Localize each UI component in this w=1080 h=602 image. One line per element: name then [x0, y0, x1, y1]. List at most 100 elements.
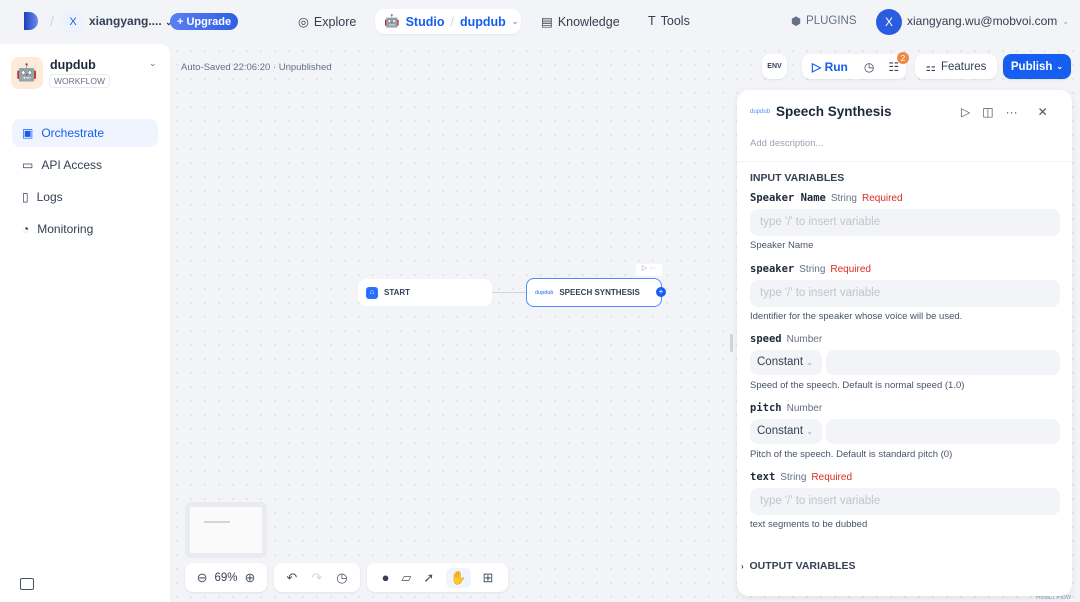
- nav-studio[interactable]: 🤖 Studio / dupdub ⌄: [375, 9, 521, 34]
- home-icon: ⌂: [366, 286, 378, 299]
- app-icon: 🤖: [11, 57, 43, 89]
- panel-actions: ▷ ◫ ··· ✕: [961, 105, 1048, 119]
- required-label: Required: [830, 264, 871, 275]
- upgrade-button[interactable]: + Upgrade: [170, 13, 239, 30]
- panel-resize-handle[interactable]: [730, 334, 733, 352]
- variable-header: speaker String Required: [750, 263, 871, 275]
- input-variables-header: INPUT VARIABLES: [750, 172, 845, 184]
- variable-type: String: [830, 193, 857, 204]
- chevron-down-icon: ⌄: [806, 427, 813, 436]
- docs-icon[interactable]: ◫: [982, 105, 993, 119]
- required-label: Required: [811, 472, 853, 483]
- version-history-icon[interactable]: ◷: [336, 570, 347, 586]
- close-icon[interactable]: ✕: [1038, 105, 1048, 119]
- node-title: START: [384, 288, 411, 297]
- variable-name: pitch: [750, 402, 782, 414]
- sidebar-item-label: Orchestrate: [41, 126, 105, 140]
- user-avatar[interactable]: X: [876, 9, 902, 35]
- workspace-name: xiangyang....: [89, 14, 162, 28]
- run-group: ▷ Run ◷ ☷: [802, 54, 906, 79]
- user-menu[interactable]: xiangyang.wu@mobvoi.com ⌄: [907, 14, 1069, 28]
- separator: /: [50, 13, 54, 29]
- nav-tools[interactable]: T Tools: [648, 14, 690, 28]
- speed-input[interactable]: [826, 350, 1060, 375]
- app-name: dupdub: [50, 58, 96, 72]
- sidebar-item-logs[interactable]: ▯ Logs: [12, 183, 158, 211]
- edge: [492, 292, 527, 293]
- more-icon[interactable]: ···: [649, 265, 656, 272]
- panel-title[interactable]: Speech Synthesis: [776, 104, 892, 119]
- more-icon[interactable]: ···: [1006, 105, 1018, 119]
- pitch-mode-select[interactable]: Constant ⌄: [750, 419, 822, 444]
- variable-type: String: [780, 472, 807, 483]
- gauge-icon: ◔: [22, 222, 30, 236]
- add-node-icon[interactable]: ●: [382, 570, 390, 585]
- features-label: Features: [940, 60, 987, 73]
- run-node-icon[interactable]: ▷: [642, 265, 647, 272]
- workspace-avatar[interactable]: X: [62, 11, 84, 33]
- description-input[interactable]: Add description...: [750, 138, 823, 149]
- app-selector[interactable]: dupdub: [460, 15, 506, 29]
- speech-synthesis-node[interactable]: dupdub SPEECH SYNTHESIS: [526, 278, 662, 307]
- sidebar-item-orchestrate[interactable]: ▣ Orchestrate: [12, 119, 158, 147]
- variable-type: String: [799, 264, 826, 275]
- run-label: Run: [824, 59, 848, 74]
- redo-icon[interactable]: ↷: [311, 570, 322, 586]
- speed-mode-select[interactable]: Constant ⌄: [750, 350, 822, 375]
- env-icon: ENV: [767, 63, 782, 70]
- features-icon: ⚏: [925, 61, 936, 74]
- variable-hint: Speed of the speech. Default is normal s…: [750, 380, 965, 391]
- chevron-down-icon[interactable]: ⌄: [149, 58, 157, 69]
- collapse-sidebar-icon[interactable]: [20, 578, 34, 590]
- canvas-tools: ● ▱ ➚ ✋ ⊞: [367, 563, 508, 592]
- text-input[interactable]: type '/' to insert variable: [750, 488, 1060, 515]
- zoom-level[interactable]: 69%: [214, 572, 237, 584]
- window-icon: ▣: [22, 126, 34, 140]
- variable-hint: Pitch of the speech. Default is standard…: [750, 449, 953, 460]
- nav-label: Tools: [660, 14, 690, 28]
- output-variables-toggle[interactable]: › OUTPUT VARIABLES: [741, 560, 856, 572]
- sidebar-item-label: API Access: [41, 158, 103, 172]
- tools-icon: T: [648, 14, 656, 28]
- organize-icon[interactable]: ⊞: [483, 570, 494, 586]
- workspace-selector[interactable]: xiangyang.... ⌄: [89, 14, 173, 28]
- divider: [737, 161, 1072, 162]
- run-button[interactable]: ▷ Run: [812, 60, 848, 74]
- features-button[interactable]: ⚏ Features: [915, 54, 997, 79]
- terminal-icon: ▭: [22, 158, 34, 172]
- select-value: Constant: [757, 356, 804, 368]
- user-email: xiangyang.wu@mobvoi.com: [907, 14, 1058, 28]
- add-note-icon[interactable]: ▱: [401, 570, 411, 586]
- env-button[interactable]: ENV: [762, 54, 787, 79]
- sidebar-item-monitoring[interactable]: ◔ Monitoring: [12, 215, 158, 243]
- history-run-icon[interactable]: ◷: [864, 60, 874, 74]
- select-value: Constant: [757, 425, 804, 437]
- zoom-out-icon[interactable]: ⊖: [197, 570, 208, 586]
- minimap-viewport: [190, 507, 262, 553]
- add-node-handle[interactable]: +: [656, 287, 666, 297]
- nav-plugins[interactable]: ⬢ PLUGINS: [791, 14, 857, 28]
- pitch-input[interactable]: [826, 419, 1060, 444]
- history-controls: ↶ ↷ ◷: [274, 563, 360, 592]
- zoom-in-icon[interactable]: ⊕: [245, 570, 256, 586]
- cube-icon: ⬢: [791, 16, 802, 28]
- hand-icon[interactable]: ✋: [446, 567, 471, 588]
- variable-header: Speaker Name String Required: [750, 192, 903, 204]
- run-icon[interactable]: ▷: [961, 105, 970, 119]
- sidebar-item-label: Monitoring: [37, 222, 94, 236]
- chevron-down-icon: ⌄: [806, 358, 813, 367]
- nav-knowledge[interactable]: ▤ Knowledge: [541, 14, 620, 30]
- minimap[interactable]: [185, 502, 267, 558]
- output-variables-header: OUTPUT VARIABLES: [749, 560, 856, 572]
- speaker-name-input[interactable]: type '/' to insert variable: [750, 209, 1060, 236]
- minimap-nodes: [204, 521, 230, 523]
- pointer-icon[interactable]: ➚: [423, 570, 434, 586]
- undo-icon[interactable]: ↶: [286, 570, 297, 586]
- app-logo[interactable]: [24, 12, 38, 30]
- variable-name: Speaker Name: [750, 192, 826, 204]
- speaker-input[interactable]: type '/' to insert variable: [750, 280, 1060, 307]
- start-node[interactable]: ⌂ START: [358, 279, 492, 306]
- sidebar-item-api-access[interactable]: ▭ API Access: [12, 151, 158, 179]
- nav-explore[interactable]: ◎ Explore: [298, 14, 356, 30]
- publish-button[interactable]: Publish ⌄: [1003, 54, 1071, 79]
